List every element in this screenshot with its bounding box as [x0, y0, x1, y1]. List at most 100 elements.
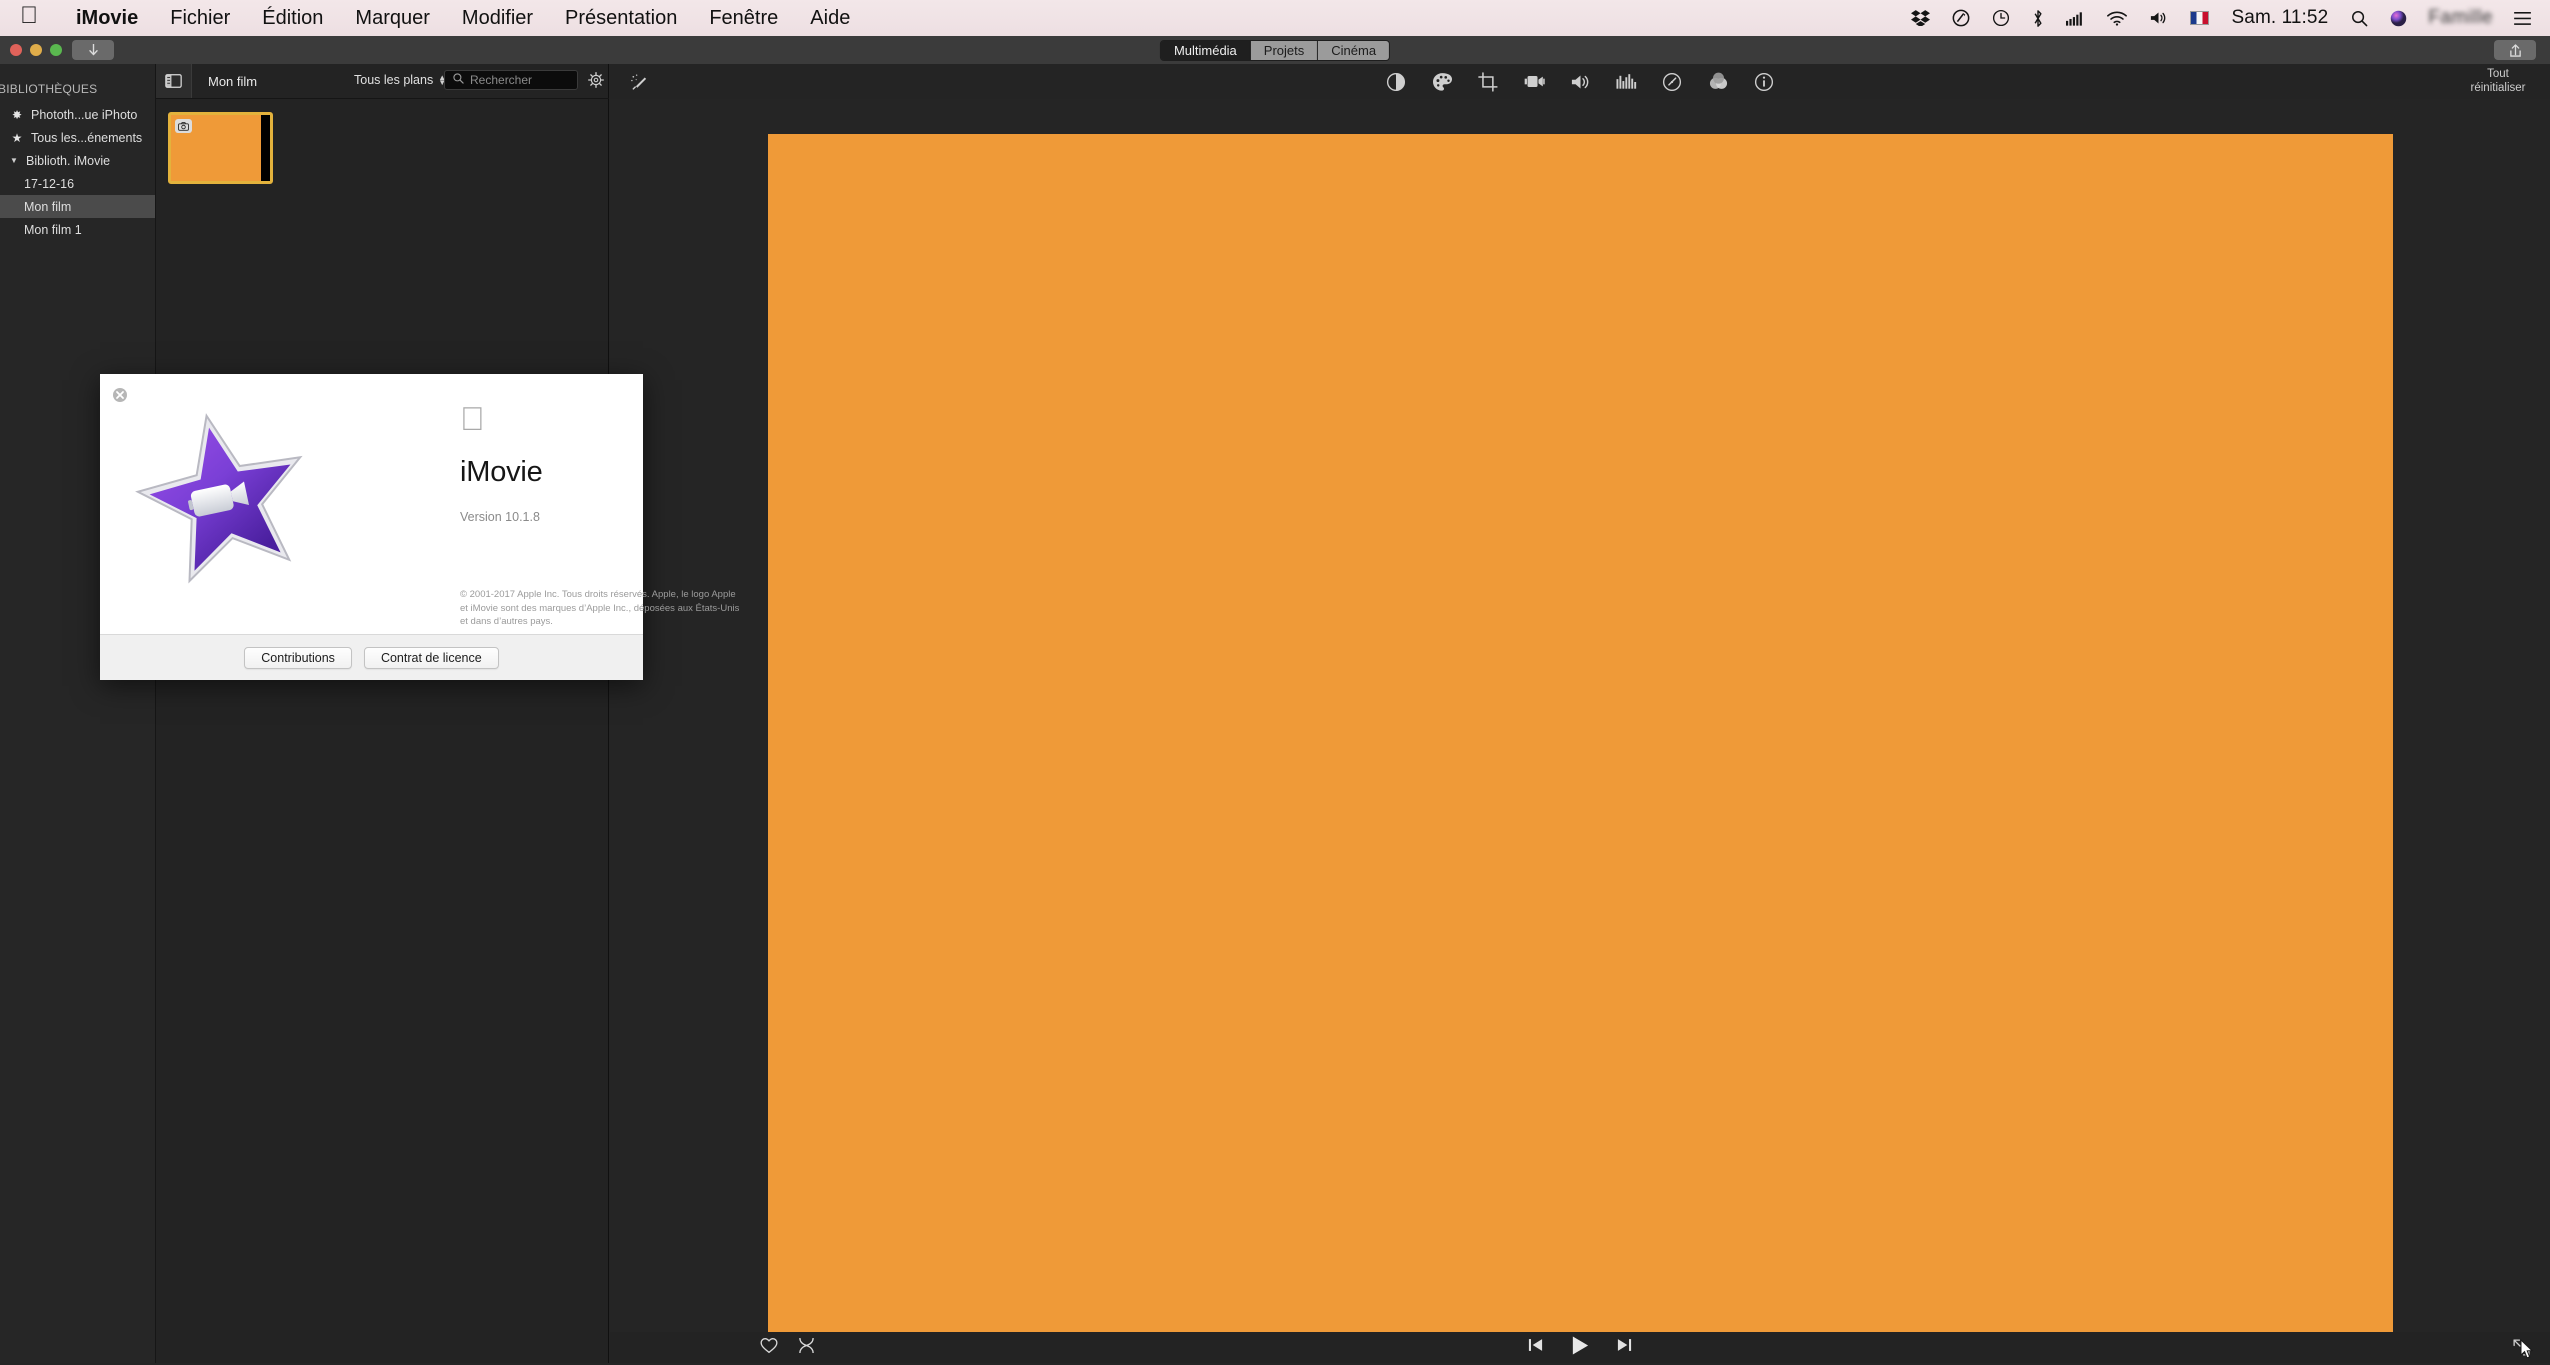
sidebar-item-mon-film[interactable]: Mon film: [0, 195, 155, 218]
menu-pr-sentation[interactable]: Présentation: [549, 0, 693, 36]
app-name: iMovie: [460, 456, 630, 489]
rating-controls: [760, 1332, 815, 1363]
apple-menu-icon[interactable]: : [20, 4, 38, 28]
play-button[interactable]: [1570, 1335, 1591, 1361]
time-machine-icon[interactable]: [1981, 0, 2021, 36]
share-button[interactable]: [2494, 40, 2536, 60]
crop-icon[interactable]: [1477, 71, 1499, 93]
about-dialog-footer: Contributions Contrat de licence: [100, 634, 643, 680]
menu-fen-tre[interactable]: Fenêtre: [693, 0, 794, 36]
clip-thumbnail[interactable]: [168, 112, 273, 184]
sidebar-section-header: BIBLIOTHÈQUES: [0, 82, 98, 96]
imovie-star-icon: [134, 406, 314, 591]
transport-controls: [1528, 1332, 1633, 1363]
search-input[interactable]: Rechercher: [444, 70, 578, 90]
inspector-toolbar: Tout réinitialiser: [610, 64, 2550, 99]
next-clip-button[interactable]: [1617, 1337, 1633, 1358]
heart-favorite-icon[interactable]: [760, 1337, 778, 1359]
view-mode-segmented-control[interactable]: Multimédia Projets Cinéma: [1159, 40, 1391, 61]
previous-clip-button[interactable]: [1528, 1337, 1544, 1358]
volume-icon[interactable]: [1569, 71, 1591, 93]
video-viewer[interactable]: [768, 134, 2393, 1356]
license-agreement-button[interactable]: Contrat de licence: [363, 646, 499, 669]
menu--dition[interactable]: Édition: [246, 0, 339, 36]
libraries-sidebar: BIBLIOTHÈQUES ✸ Phototh...ue iPhoto ★ Tous …: [0, 64, 156, 1363]
siri-icon[interactable]: [2379, 0, 2418, 36]
import-media-button[interactable]: [72, 40, 114, 60]
settings-gear-icon[interactable]: [588, 72, 604, 92]
sidebar-item-phototh-ue-iphoto[interactable]: ✸ Phototh...ue iPhoto: [0, 103, 155, 126]
close-dialog-icon[interactable]: [112, 387, 128, 403]
credits-button[interactable]: Contributions: [244, 646, 352, 669]
activity-monitor-icon[interactable]: [1941, 0, 1981, 36]
camera-icon: [175, 119, 192, 133]
clip-thumbnail-grid: [168, 112, 273, 184]
french-flag-icon[interactable]: [2179, 0, 2220, 36]
volume-icon[interactable]: [2138, 0, 2179, 36]
star-badge-icon: ★: [11, 130, 23, 145]
menu-fichier[interactable]: Fichier: [154, 0, 246, 36]
spotlight-search-icon[interactable]: [2340, 0, 2379, 36]
about-text-block:  iMovie Version 10.1.8: [460, 402, 630, 524]
sidebar-item-label: Tous les...énements: [31, 130, 143, 145]
menu-aide[interactable]: Aide: [794, 0, 866, 36]
reset-all-button[interactable]: Tout réinitialiser: [2460, 67, 2536, 95]
menu-modifier[interactable]: Modifier: [446, 0, 549, 36]
color-correction-icon[interactable]: [1431, 71, 1453, 93]
mac-menu-bar:  iMovieFichierÉditionMarquerModifierPré…: [0, 0, 2550, 36]
color-balance-icon[interactable]: [1385, 71, 1407, 93]
imovie-window: Multimédia Projets Cinéma BIBLIOTHÈQUES ✸ P…: [0, 36, 2550, 1363]
menu-marquer[interactable]: Marquer: [339, 0, 445, 36]
sidebar-list: ✸ Phototh...ue iPhoto ★ Tous les...énements…: [0, 103, 155, 241]
window-traffic-lights: [10, 44, 62, 56]
reject-x-icon[interactable]: [798, 1337, 815, 1359]
inspector-tool-buttons: [1385, 64, 1775, 99]
sidebar-item-label: Mon film: [24, 199, 72, 214]
about-imovie-dialog:  iMovie Version 10.1.8 © 2001-2017 Appl…: [100, 374, 739, 680]
sidebar-item-mon-film-1[interactable]: Mon film 1: [0, 218, 155, 241]
clip-filter-label: Tous les plans: [354, 73, 434, 87]
sidebar-item-biblioth-imovie[interactable]: ▼ Biblioth. iMovie: [0, 149, 155, 172]
search-icon: [453, 73, 464, 87]
close-window-button[interactable]: [10, 44, 22, 56]
filters-icon[interactable]: [1707, 71, 1729, 93]
wifi-icon[interactable]: [2096, 0, 2138, 36]
window-title-bar: Multimédia Projets Cinéma: [0, 36, 2550, 64]
mouse-cursor: [2520, 1338, 2534, 1365]
sidebar-item-17-12-16[interactable]: 17-12-16: [0, 172, 155, 195]
viewer-bottom-bar: [610, 1332, 2550, 1363]
menu-items: iMovie Fichier Édition Marquer Modifier Prése…: [60, 0, 866, 36]
copyright-text: © 2001-2017 Apple Inc. Tous droits réser…: [460, 589, 740, 627]
apple-logo-icon: : [460, 402, 630, 435]
bluetooth-icon[interactable]: [2021, 0, 2055, 36]
menu-bar-clock[interactable]: Sam. 11:52: [2220, 7, 2341, 29]
sidebar-item-label: 17-12-16: [24, 176, 75, 191]
auto-enhance-wand-icon[interactable]: [628, 71, 650, 93]
browser-title: Mon film: [208, 73, 258, 89]
dropbox-icon[interactable]: [1900, 0, 1941, 36]
segment-multim-dia[interactable]: Multimédia: [1160, 41, 1251, 60]
sidebar-item-label: Mon film 1: [24, 222, 82, 237]
segment-cin-ma[interactable]: Cinéma: [1318, 41, 1390, 60]
audio-equalizer-icon[interactable]: [1615, 71, 1637, 93]
media-browser-pane: Mon film Tous les plans ▲ ▼ Rechercher: [156, 64, 609, 1363]
signal-bars-icon[interactable]: [2055, 0, 2096, 36]
notification-center-icon[interactable]: [2503, 0, 2542, 36]
sidebar-toggle-icon[interactable]: [156, 64, 192, 98]
menu-imovie[interactable]: iMovie: [60, 0, 154, 36]
zoom-window-button[interactable]: [50, 44, 62, 56]
app-version: Version 10.1.8: [460, 510, 630, 524]
clip-filter-popup[interactable]: Tous les plans ▲ ▼: [354, 73, 446, 87]
sidebar-item-tous-les-nements[interactable]: ★ Tous les...énements: [0, 126, 155, 149]
current-user-name[interactable]: Famille: [2418, 7, 2503, 29]
info-icon[interactable]: [1753, 71, 1775, 93]
stabilization-icon[interactable]: [1523, 71, 1545, 93]
sidebar-item-label: Biblioth. iMovie: [26, 153, 111, 168]
speed-icon[interactable]: [1661, 71, 1683, 93]
disclosure-triangle-icon[interactable]: ▼: [10, 156, 19, 165]
menu-bar-status-tray: Sam. 11:52 Famille: [1900, 0, 2543, 36]
segment-projets[interactable]: Projets: [1250, 41, 1319, 60]
minimize-window-button[interactable]: [30, 44, 42, 56]
sidebar-item-label: Phototh...ue iPhoto: [31, 107, 138, 122]
search-placeholder: Rechercher: [470, 73, 533, 87]
